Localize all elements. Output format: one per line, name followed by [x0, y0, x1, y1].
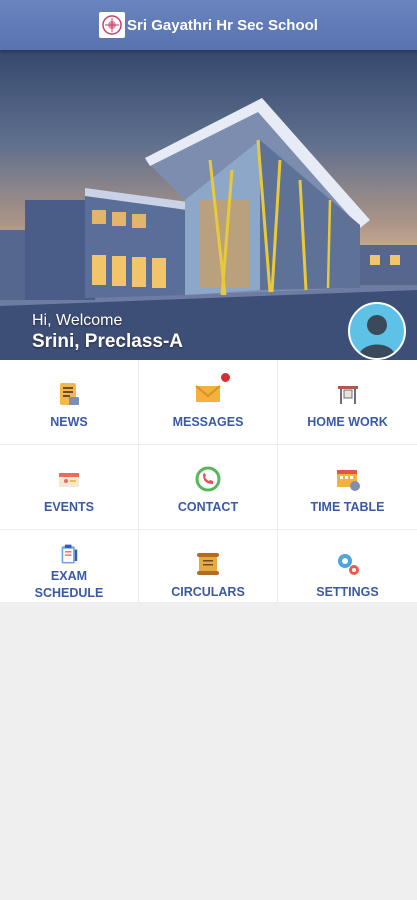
menu-events[interactable]: EVENTS	[0, 445, 139, 530]
envelope-icon	[195, 385, 221, 402]
timetable-icon	[336, 470, 360, 491]
menu-settings[interactable]: SETTINGS	[278, 530, 417, 603]
menu-label: NEWS	[50, 415, 88, 429]
menu-label: CIRCULARS	[171, 585, 245, 599]
calendar-icon	[59, 473, 79, 487]
menu-grid: NEWS MESSAGES HOME WORK EVENTS CONTACT T…	[0, 360, 417, 603]
user-avatar-icon[interactable]	[348, 302, 406, 360]
welcome-text: Hi, Welcome	[32, 312, 123, 329]
menu-timetable[interactable]: TIME TABLE	[278, 445, 417, 530]
news-icon	[60, 383, 79, 405]
student-name: Srini, Preclass-A	[32, 331, 184, 352]
menu-homework[interactable]: HOME WORK	[278, 360, 417, 445]
menu-circulars[interactable]: CIRCULARS	[139, 530, 278, 603]
menu-label: SETTINGS	[316, 585, 379, 599]
scroll-icon	[197, 553, 219, 575]
menu-label: HOME WORK	[307, 415, 388, 429]
messages-badge	[220, 372, 231, 383]
school-name: Sri Gayathri Hr Sec School	[127, 16, 318, 34]
menu-label: EXAM SCHEDULE	[34, 569, 104, 600]
gears-icon	[337, 554, 359, 575]
hero-banner: Hi, Welcome Srini, Preclass-A	[0, 50, 417, 360]
menu-exam-schedule[interactable]: EXAM SCHEDULE	[0, 530, 139, 603]
school-logo-icon	[99, 12, 126, 38]
menu-label: CONTACT	[177, 500, 239, 514]
menu-contact[interactable]: CONTACT	[139, 445, 278, 530]
menu-label: EVENTS	[43, 500, 94, 514]
menu-messages[interactable]: MESSAGES	[139, 360, 278, 445]
desk-icon	[337, 386, 358, 404]
menu-label: MESSAGES	[172, 415, 244, 429]
menu-label: TIME TABLE	[310, 500, 385, 514]
app-header: Sri Gayathri Hr Sec School	[0, 0, 417, 50]
phone-icon	[195, 466, 221, 492]
menu-news[interactable]: NEWS	[0, 360, 139, 445]
clipboard-icon	[61, 544, 78, 564]
